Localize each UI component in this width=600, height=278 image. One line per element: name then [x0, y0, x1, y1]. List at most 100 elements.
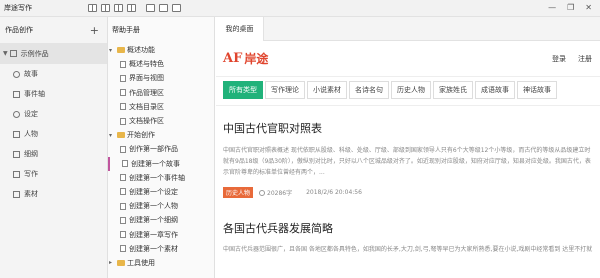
person-icon — [13, 130, 20, 138]
close-icon[interactable]: ✕ — [585, 4, 592, 12]
tree-doc[interactable]: 作品管理区 — [108, 86, 214, 100]
app-title: 岸途写作 — [4, 4, 32, 12]
layout-icon[interactable] — [101, 4, 110, 12]
document-icon — [120, 245, 126, 253]
project-label: 示例作品 — [20, 49, 49, 58]
article-tag[interactable]: 历史人物 — [223, 187, 254, 198]
tree-folder[interactable]: ▾ 概述功能 — [108, 43, 214, 57]
article-views: 20286字 — [267, 190, 293, 197]
tree-doc[interactable]: 概述与特色 — [108, 57, 214, 71]
gear-icon — [13, 110, 20, 118]
category-tab[interactable]: 所有类型 — [223, 81, 263, 99]
tree-doc[interactable]: 文档目录区 — [108, 100, 214, 114]
tree-doc[interactable]: 创建第一个细纲 — [108, 213, 214, 227]
sidebar-item-label: 事件轴 — [24, 90, 45, 98]
tree-doc[interactable]: 创作第一部作品 — [108, 142, 214, 156]
document-icon — [120, 174, 126, 182]
tree-doc[interactable]: 创建第一个人物 — [108, 199, 214, 213]
list-icon — [13, 150, 20, 158]
manual-panel: 帮助手册 ▾ 概述功能 概述与特色 界面与视图 作品管理区 文档目录区 文档操作区 ▾ 开始创作… — [108, 17, 215, 278]
pen-icon — [13, 170, 20, 178]
sidebar-item-label: 人物 — [24, 130, 38, 138]
chevron-down-icon[interactable]: ▾ — [109, 47, 115, 54]
tree-label: 界面与视图 — [129, 74, 164, 83]
article-meta: 历史人物 20286字 2018/2/6 20:04:56 — [223, 187, 593, 198]
tree-doc[interactable]: 界面与视图 — [108, 71, 214, 85]
document-icon — [122, 160, 128, 168]
sidebar-item-material[interactable]: 素材 — [0, 184, 107, 204]
layout-icon[interactable] — [172, 4, 181, 12]
window-controls: — ❐ ✕ — [548, 4, 592, 12]
tree-label: 创建第一个细纲 — [129, 216, 178, 225]
sidebar-item-story[interactable]: 故事 — [0, 64, 107, 84]
tree-label: 开始创作 — [127, 131, 155, 140]
tree-label: 创建第一个故事 — [131, 159, 180, 168]
tree-doc[interactable]: 创建第一个素材 — [108, 242, 214, 256]
sidebar-item-timeline[interactable]: 事件轴 — [0, 84, 107, 104]
sidebar-item-writing[interactable]: 写作 — [0, 164, 107, 184]
tree-doc[interactable]: 创建第一个设定 — [108, 185, 214, 199]
logo-mark: AF — [223, 51, 243, 66]
tree-doc[interactable]: 文档操作区 — [108, 114, 214, 128]
tree-folder[interactable]: ▸ 工具使用 — [108, 256, 214, 270]
folder-icon — [117, 132, 125, 139]
tree-doc[interactable]: 创建第一个事件轴 — [108, 171, 214, 185]
layout-icon[interactable] — [127, 4, 136, 12]
chevron-down-icon[interactable]: ▾ — [109, 132, 115, 139]
tree-label: 创建第一章写作 — [129, 230, 178, 239]
divider — [216, 105, 600, 106]
layout-icon[interactable] — [114, 4, 123, 12]
login-link[interactable]: 登录 — [552, 54, 566, 64]
minimize-icon[interactable]: — — [548, 4, 556, 12]
category-filter: 所有类型 写作理论 小说素材 名诗名句 历史人物 家族姓氏 成语故事 神话故事 — [216, 77, 600, 103]
works-sidebar: 作品创作 + ▼ 示例作品 故事 事件轴 设定 人物 细纲 写作 素材 — [0, 17, 108, 278]
category-tab[interactable]: 名诗名句 — [349, 81, 389, 99]
tree-folder[interactable]: ▾ 开始创作 — [108, 128, 214, 142]
article-summary: 中国古代官职对照表概述 现代依职从股级、科级、处级、厅级、部级到国家领导人只有6… — [223, 147, 591, 176]
document-icon — [120, 188, 126, 196]
category-tab[interactable]: 家族姓氏 — [433, 81, 473, 99]
tree-doc[interactable]: 创建第一章写作 — [108, 227, 214, 241]
layout-icon[interactable] — [88, 4, 97, 12]
document-icon — [120, 231, 126, 239]
logo-text: 岸途 — [244, 52, 269, 66]
folder-icon — [117, 47, 125, 54]
tree-label: 创建第一个设定 — [129, 187, 178, 196]
article-item[interactable]: 各国古代兵器发展简略 中国古代兵器范围很广，且各国 各地区都各具特色，如我国的长… — [216, 220, 600, 256]
layout-icon[interactable] — [146, 4, 155, 12]
article-summary: 中国古代兵器范围很广，且各国 各地区都各具特色，如我国的长矛,大刀,剑,弓,弩等… — [223, 246, 593, 253]
category-tab[interactable]: 历史人物 — [391, 81, 431, 99]
sidebar-item-label: 写作 — [24, 170, 38, 178]
sidebar-item-setting[interactable]: 设定 — [0, 104, 107, 124]
tab-desktop[interactable]: 我的桌面 — [216, 17, 264, 41]
sidebar-item-characters[interactable]: 人物 — [0, 124, 107, 144]
category-tab[interactable]: 小说素材 — [307, 81, 347, 99]
document-icon — [120, 117, 126, 125]
sidebar-item-label: 故事 — [24, 70, 38, 78]
maximize-icon[interactable]: ❐ — [567, 4, 574, 12]
site-header: AF 岸途 登录 注册 — [216, 41, 600, 77]
category-tab[interactable]: 成语故事 — [475, 81, 515, 99]
register-link[interactable]: 注册 — [578, 54, 592, 64]
tree-doc[interactable]: 创建第一个故事 — [108, 156, 214, 171]
tab-bar: 我的桌面 — [216, 17, 600, 41]
tree-label: 作品管理区 — [129, 88, 164, 97]
sidebar-item-outline[interactable]: 细纲 — [0, 144, 107, 164]
article-title[interactable]: 各国古代兵器发展简略 — [223, 220, 593, 236]
project-item[interactable]: ▼ 示例作品 — [0, 43, 107, 64]
article-item[interactable]: 中国古代官职对照表 中国古代官职对照表概述 现代依职从股级、科级、处级、厅级、部… — [216, 120, 600, 198]
article-title[interactable]: 中国古代官职对照表 — [223, 120, 593, 136]
category-tab[interactable]: 写作理论 — [265, 81, 305, 99]
layout-icon[interactable] — [159, 4, 168, 12]
tree-label: 创建第一个人物 — [129, 202, 178, 211]
tree-label: 创建第一个素材 — [129, 244, 178, 253]
timeline-icon — [13, 90, 20, 98]
document-icon — [120, 202, 126, 210]
category-tab[interactable]: 神话故事 — [517, 81, 557, 99]
chevron-down-icon[interactable]: ▼ — [3, 50, 8, 57]
box-icon — [13, 190, 20, 198]
sidebar-header: 作品创作 + — [0, 17, 107, 43]
chevron-right-icon[interactable]: ▸ — [109, 259, 115, 266]
add-work-button[interactable]: + — [90, 24, 99, 37]
sidebar-item-label: 设定 — [24, 110, 38, 118]
